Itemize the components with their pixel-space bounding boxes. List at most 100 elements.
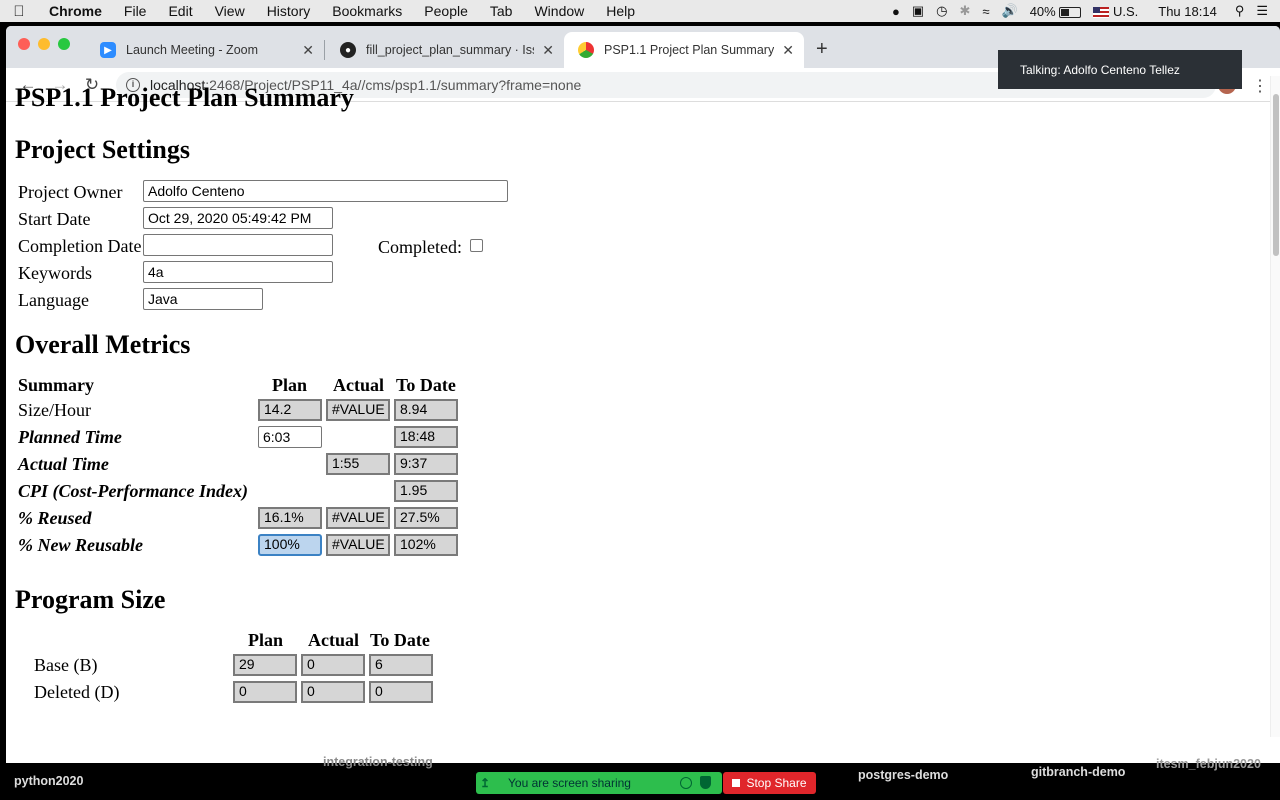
- tab-github[interactable]: ● fill_project_plan_summary · Issu ✕: [326, 32, 564, 68]
- completed-checkbox[interactable]: [470, 239, 483, 252]
- ps-todate-header: To Date: [370, 630, 430, 650]
- ps-plan-header: Plan: [248, 630, 284, 650]
- tab-title: fill_project_plan_summary · Issu: [366, 43, 535, 57]
- zoom-window-button[interactable]: [58, 38, 70, 50]
- battery-status[interactable]: 40%: [1030, 4, 1082, 19]
- menu-bookmarks[interactable]: Bookmarks: [321, 0, 413, 22]
- keywords-input[interactable]: 4a: [143, 261, 333, 283]
- size-hour-actual: #VALUE: [326, 399, 390, 421]
- base-actual[interactable]: 0: [301, 654, 365, 676]
- pause-share-icon[interactable]: [680, 777, 692, 789]
- page-scrollbar[interactable]: [1270, 76, 1280, 737]
- clock[interactable]: Thu 18:14: [1158, 4, 1217, 19]
- new-tab-button[interactable]: +: [816, 38, 828, 61]
- screen-sharing-banner[interactable]: ↥ You are screen sharing: [476, 772, 722, 794]
- stop-icon: [732, 779, 741, 787]
- base-label: Base (B): [34, 655, 98, 675]
- summary-header: Summary: [18, 375, 94, 395]
- close-tab-icon[interactable]: ✕: [782, 42, 794, 59]
- tab-psp-summary[interactable]: PSP1.1 Project Plan Summary ✕: [564, 32, 804, 68]
- stop-share-button[interactable]: Stop Share: [723, 772, 816, 794]
- menu-people[interactable]: People: [413, 0, 479, 22]
- cpi-todate: 1.95: [394, 480, 458, 502]
- scrollbar-thumb[interactable]: [1273, 94, 1279, 256]
- reused-actual: #VALUE: [326, 507, 390, 529]
- close-tab-icon[interactable]: ✕: [302, 42, 314, 59]
- reused-label: % Reused: [18, 508, 92, 528]
- camera-icon[interactable]: ▣: [912, 3, 924, 19]
- desktop-label-python2020[interactable]: python2020: [14, 774, 83, 788]
- language-label: Language: [18, 290, 89, 310]
- apple-icon[interactable]: : [0, 3, 38, 20]
- actual-time-actual: 1:55: [326, 453, 390, 475]
- keywords-label: Keywords: [18, 263, 92, 283]
- window-controls: [18, 38, 70, 50]
- desktop-label-postgres-demo[interactable]: postgres-demo: [858, 768, 948, 782]
- close-window-button[interactable]: [18, 38, 30, 50]
- size-hour-label: Size/Hour: [18, 400, 91, 420]
- menu-history[interactable]: History: [256, 0, 322, 22]
- desktop-label-gitbranch-demo[interactable]: gitbranch-demo: [1031, 765, 1125, 779]
- program-size-heading: Program Size: [15, 585, 166, 614]
- close-tab-icon[interactable]: ✕: [542, 42, 554, 59]
- menu-view[interactable]: View: [204, 0, 256, 22]
- overall-metrics-table: Summary Plan Actual To Date Size/Hour 14…: [15, 360, 1270, 560]
- page-content: PSP1.1 Project Plan Summary Project Sett…: [6, 76, 1270, 737]
- search-icon[interactable]: ⚲: [1235, 3, 1245, 19]
- desktop-label-itesm[interactable]: itesm_febjun2020: [1156, 757, 1261, 771]
- tab-title: Launch Meeting - Zoom: [126, 43, 259, 57]
- notification-center-icon[interactable]: ☰: [1256, 3, 1268, 19]
- new-reusable-actual: #VALUE: [326, 534, 390, 556]
- github-icon: ●: [340, 42, 356, 58]
- completion-date-label: Completion Date: [18, 236, 142, 256]
- completion-date-input[interactable]: [143, 234, 333, 256]
- menu-help[interactable]: Help: [595, 0, 646, 22]
- start-date-input[interactable]: Oct 29, 2020 05:49:42 PM: [143, 207, 333, 229]
- share-arrow-icon: ↥: [479, 776, 491, 790]
- actual-header: Actual: [333, 375, 384, 395]
- project-settings-heading: Project Settings: [15, 135, 190, 164]
- deleted-actual[interactable]: 0: [301, 681, 365, 703]
- minimize-window-button[interactable]: [38, 38, 50, 50]
- planned-time-label: Planned Time: [18, 427, 122, 447]
- project-owner-input[interactable]: Adolfo Centeno: [143, 180, 508, 202]
- battery-icon: [1059, 6, 1082, 18]
- deleted-plan[interactable]: 0: [233, 681, 297, 703]
- bluetooth-icon[interactable]: ✱: [959, 3, 970, 19]
- menu-app-name[interactable]: Chrome: [38, 0, 113, 22]
- input-source[interactable]: U.S.: [1093, 4, 1138, 19]
- zoom-status-icon[interactable]: ●: [892, 4, 900, 19]
- battery-percent: 40%: [1029, 3, 1056, 19]
- actual-time-label: Actual Time: [18, 454, 109, 474]
- chrome-favicon: [578, 42, 594, 58]
- cpi-label: CPI (Cost-Performance Index): [18, 481, 248, 501]
- volume-icon[interactable]: 🔊: [1002, 3, 1018, 19]
- tab-zoom[interactable]: ▶ Launch Meeting - Zoom ✕: [86, 32, 324, 68]
- language-input[interactable]: Java: [143, 288, 263, 310]
- menu-edit[interactable]: Edit: [157, 0, 203, 22]
- ps-actual-header: Actual: [308, 630, 359, 650]
- completed-label: Completed:: [378, 237, 462, 257]
- new-reusable-plan[interactable]: 100%: [258, 534, 322, 556]
- security-shield-icon[interactable]: [700, 776, 711, 789]
- menu-tab[interactable]: Tab: [479, 0, 524, 22]
- flag-icon: [1093, 6, 1110, 18]
- deleted-todate: 0: [369, 681, 433, 703]
- menu-window[interactable]: Window: [523, 0, 595, 22]
- menu-file[interactable]: File: [113, 0, 158, 22]
- desktop-label-integration-testing[interactable]: integration-testing: [323, 755, 433, 769]
- status-area: ● ▣ ◷ ✱ ≈ 🔊 40% U.S. Thu 18:14 ⚲ ☰: [892, 0, 1280, 22]
- deleted-label: Deleted (D): [34, 682, 120, 702]
- todate-header: To Date: [396, 375, 456, 395]
- size-hour-plan: 14.2: [258, 399, 322, 421]
- planned-time-plan-input[interactable]: 6:03: [258, 426, 322, 448]
- time-machine-icon[interactable]: ◷: [936, 3, 947, 19]
- program-size-table: Plan Actual To Date Base (B) 29 0 6 Dele…: [15, 615, 1270, 715]
- base-plan[interactable]: 29: [233, 654, 297, 676]
- wifi-icon[interactable]: ≈: [982, 4, 989, 19]
- reused-todate: 27.5%: [394, 507, 458, 529]
- screen-sharing-text: You are screen sharing: [508, 776, 631, 790]
- project-owner-label: Project Owner: [18, 182, 123, 202]
- actual-time-todate: 9:37: [394, 453, 458, 475]
- zoom-talking-indicator: Talking: Adolfo Centeno Tellez: [998, 50, 1242, 89]
